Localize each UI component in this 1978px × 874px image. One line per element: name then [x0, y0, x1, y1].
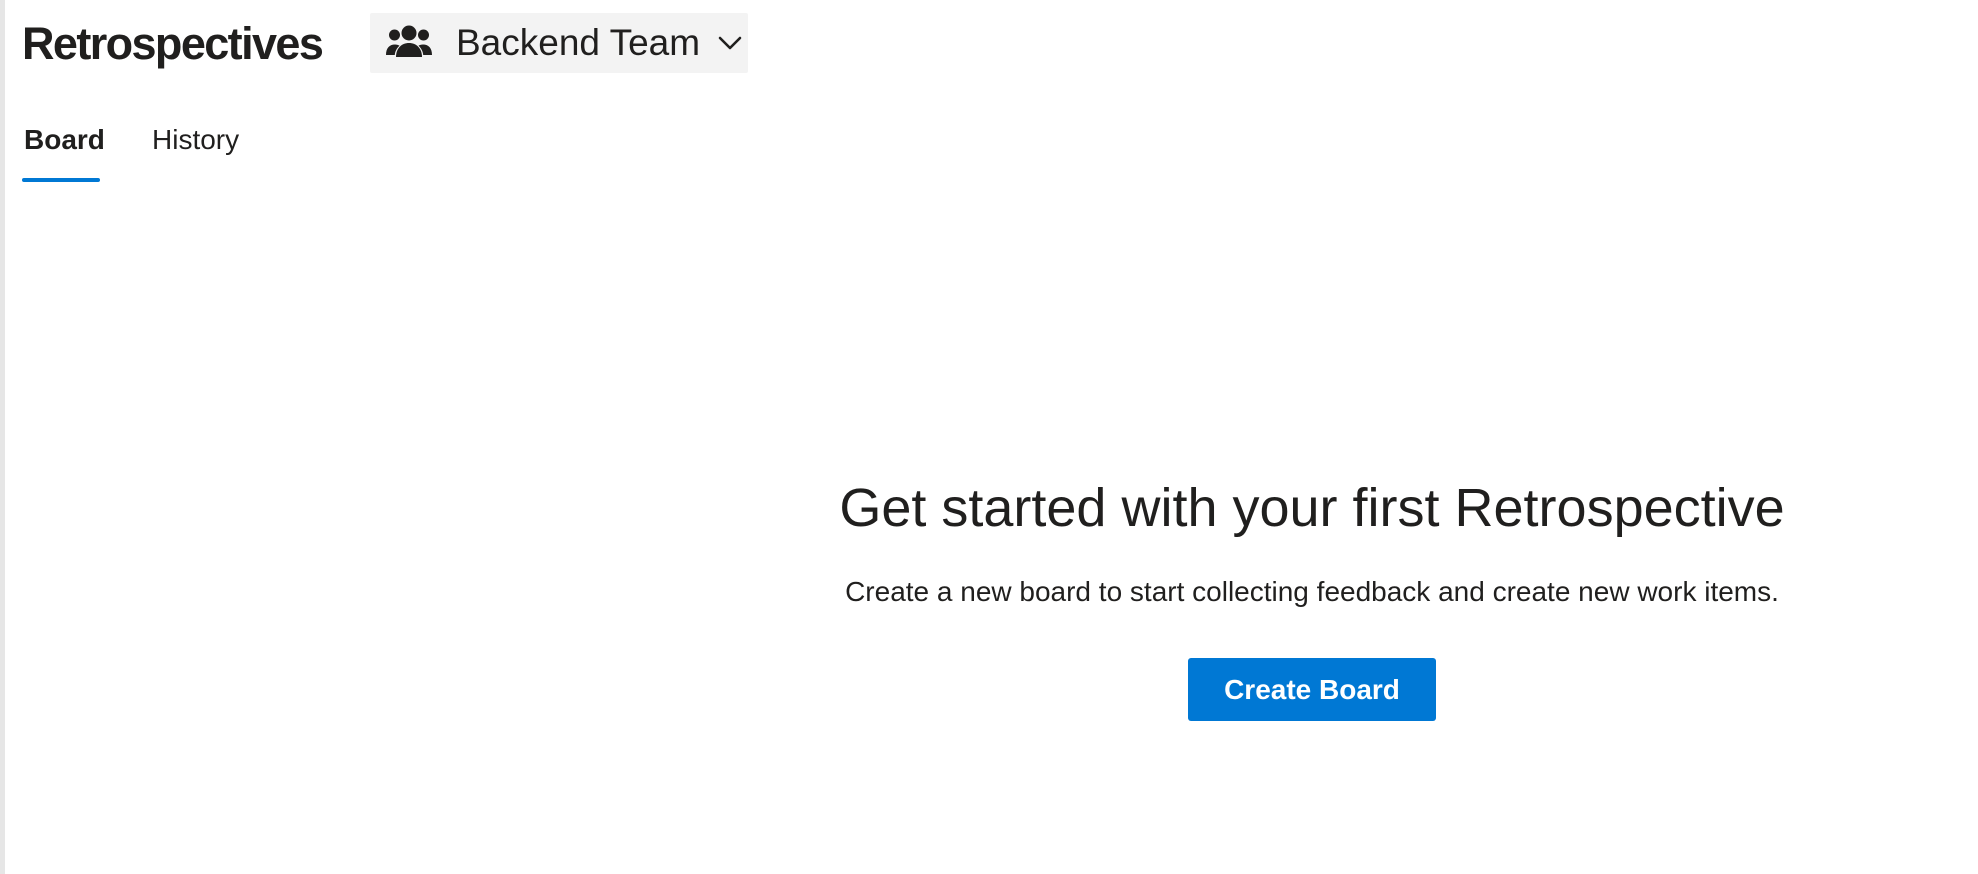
team-picker-dropdown[interactable]: Backend Team	[370, 13, 748, 73]
tab-board[interactable]: Board	[22, 118, 105, 182]
tab-board-label: Board	[24, 124, 105, 155]
tab-history[interactable]: History	[152, 118, 239, 182]
tab-bar: Board History	[22, 118, 239, 182]
empty-state: Get started with your first Retrospectiv…	[770, 470, 1854, 721]
empty-state-heading: Get started with your first Retrospectiv…	[839, 478, 1785, 538]
team-icon	[386, 23, 432, 63]
tab-history-label: History	[152, 124, 240, 155]
chevron-down-icon	[718, 35, 742, 51]
team-picker-label: Backend Team	[456, 22, 701, 63]
create-board-button[interactable]: Create Board	[1188, 658, 1436, 721]
empty-state-description: Create a new board to start collecting f…	[845, 576, 1779, 607]
app-title: Retrospectives	[22, 18, 324, 69]
left-border	[0, 0, 5, 874]
